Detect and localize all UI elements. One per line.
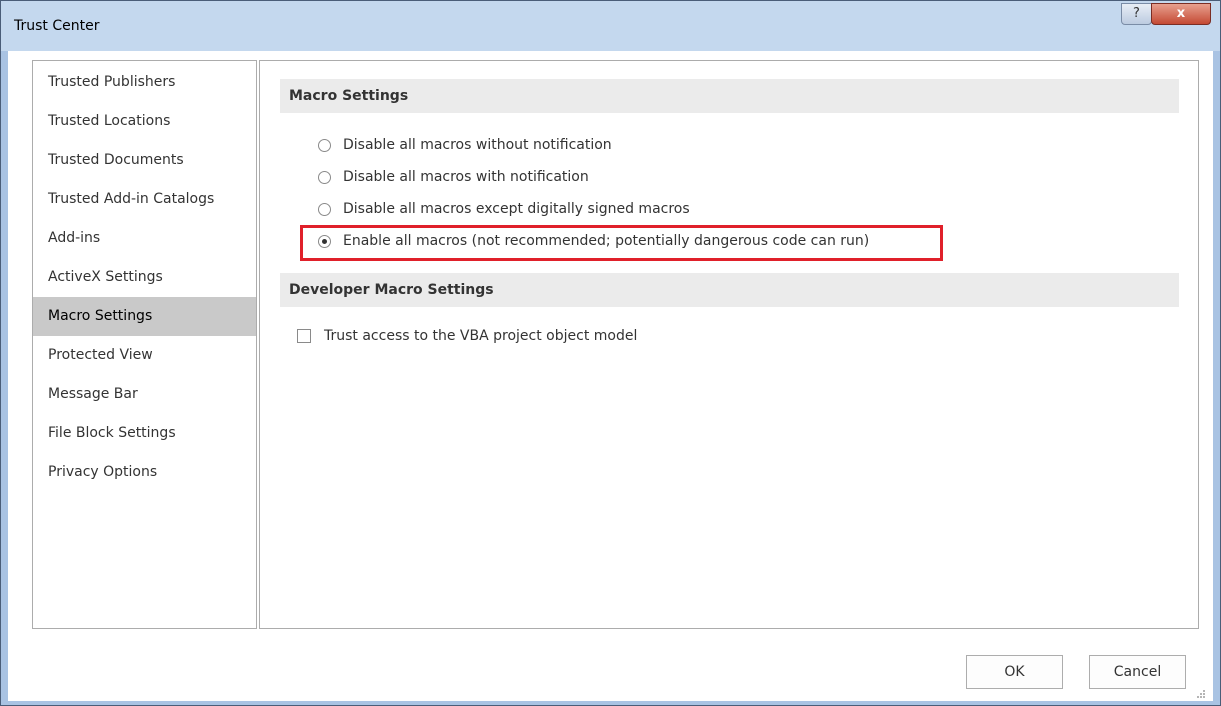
developer-macro-settings-header: Developer Macro Settings <box>280 273 1179 307</box>
nav-item-privacy-options[interactable]: Privacy Options <box>33 453 256 492</box>
radio-button[interactable] <box>318 202 331 216</box>
resize-grip-icon[interactable] <box>1196 689 1206 699</box>
nav-item-trusted-publishers[interactable]: Trusted Publishers <box>33 63 256 102</box>
macro-settings-header: Macro Settings <box>280 79 1179 113</box>
nav-item-add-ins[interactable]: Add-ins <box>33 219 256 258</box>
radio-disable-with-notification[interactable]: Disable all macros with notification <box>318 165 589 189</box>
nav-item-trusted-documents[interactable]: Trusted Documents <box>33 141 256 180</box>
radio-button[interactable] <box>318 138 331 152</box>
nav-item-macro-settings[interactable]: Macro Settings <box>33 297 256 336</box>
close-icon: x <box>1176 6 1186 21</box>
close-button[interactable]: x <box>1151 3 1211 25</box>
nav-item-trusted-locations[interactable]: Trusted Locations <box>33 102 256 141</box>
option-label: Disable all macros except digitally sign… <box>343 201 690 217</box>
radio-button[interactable] <box>318 170 331 184</box>
trust-vba-checkbox[interactable] <box>297 329 311 343</box>
nav-item-file-block-settings[interactable]: File Block Settings <box>33 414 256 453</box>
dialog-body: Trusted Publishers Trusted Locations Tru… <box>8 51 1213 701</box>
trust-vba-checkbox-row[interactable]: Trust access to the VBA project object m… <box>297 324 637 348</box>
category-nav: Trusted Publishers Trusted Locations Tru… <box>32 60 257 629</box>
nav-item-protected-view[interactable]: Protected View <box>33 336 256 375</box>
trust-vba-label: Trust access to the VBA project object m… <box>324 328 638 344</box>
nav-item-activex-settings[interactable]: ActiveX Settings <box>33 258 256 297</box>
settings-panel: Macro Settings Disable all macros withou… <box>259 60 1199 629</box>
option-label: Disable all macros without notification <box>343 137 612 153</box>
ok-button[interactable]: OK <box>966 655 1063 689</box>
window-title: Trust Center <box>14 18 100 34</box>
radio-disable-without-notification[interactable]: Disable all macros without notification <box>318 133 612 157</box>
nav-item-message-bar[interactable]: Message Bar <box>33 375 256 414</box>
red-highlight-annotation <box>300 225 943 261</box>
option-label: Disable all macros with notification <box>343 169 589 185</box>
cancel-button[interactable]: Cancel <box>1089 655 1186 689</box>
radio-disable-except-signed[interactable]: Disable all macros except digitally sign… <box>318 197 690 221</box>
nav-item-trusted-add-in-catalogs[interactable]: Trusted Add-in Catalogs <box>33 180 256 219</box>
title-bar[interactable]: Trust Center ? x <box>1 1 1220 51</box>
trust-center-dialog: Trust Center ? x Trusted Publishers Trus… <box>0 0 1221 706</box>
help-button[interactable]: ? <box>1121 3 1152 25</box>
help-icon: ? <box>1133 6 1140 21</box>
